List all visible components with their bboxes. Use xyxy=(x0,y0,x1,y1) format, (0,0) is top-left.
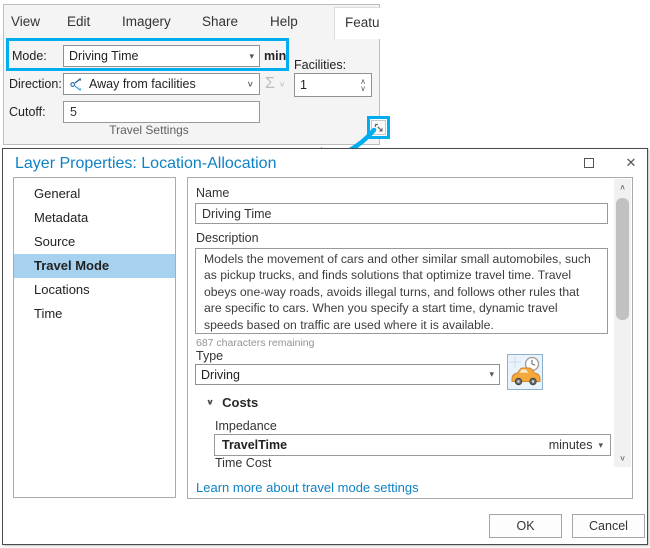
cutoff-input[interactable] xyxy=(63,101,260,123)
sidebar-item-source[interactable]: Source xyxy=(14,230,175,254)
cutoff-label: Cutoff: xyxy=(9,105,46,119)
sidebar-item-time[interactable]: Time xyxy=(14,302,175,326)
impedance-value: TravelTime xyxy=(222,438,287,452)
spinner-down-icon[interactable]: ∨ xyxy=(360,85,366,92)
type-combobox[interactable]: Driving ▾ xyxy=(195,364,500,385)
close-button[interactable]: ✕ xyxy=(617,152,645,174)
facilities-spinner[interactable]: 1 ∧ ∨ xyxy=(294,73,372,97)
chevron-down-icon: ∨ xyxy=(206,398,214,407)
mode-combobox-value: Driving Time xyxy=(69,49,138,63)
ribbon-tab-help[interactable]: Help xyxy=(270,14,298,29)
ribbon-tab-edit[interactable]: Edit xyxy=(67,14,90,29)
dropdown-arrow-icon: ▾ xyxy=(489,369,494,380)
sidebar-item-locations[interactable]: Locations xyxy=(14,278,175,302)
ribbon-tab-view[interactable]: View xyxy=(11,14,40,29)
travel-mode-scroll-viewport: Name Description Models the movement of … xyxy=(189,179,615,467)
ribbon-group-label: Travel Settings xyxy=(4,123,294,137)
away-from-facilities-icon xyxy=(69,77,84,92)
sidebar-item-general[interactable]: General xyxy=(14,182,175,206)
description-textarea[interactable]: Models the movement of cars and other si… xyxy=(195,248,608,334)
costs-section-header[interactable]: ∨ Costs xyxy=(206,395,258,410)
maximize-button[interactable] xyxy=(575,152,603,174)
dialog-sidebar: General Metadata Source Travel Mode Loca… xyxy=(13,177,176,498)
dialog-title: Layer Properties: Location-Allocation xyxy=(15,155,276,173)
type-label: Type xyxy=(196,349,223,363)
chars-remaining-text: 687 characters remaining xyxy=(196,337,314,349)
dropdown-arrow-icon: ▾ xyxy=(249,51,254,62)
sidebar-item-travel-mode[interactable]: Travel Mode xyxy=(14,254,175,278)
description-label: Description xyxy=(196,231,259,245)
impedance-label: Impedance xyxy=(215,419,277,433)
ribbon-tab-imagery[interactable]: Imagery xyxy=(122,14,171,29)
scrollbar-thumb[interactable] xyxy=(616,198,629,320)
mode-unit-label: min xyxy=(264,49,286,63)
mode-combobox[interactable]: Driving Time ▾ xyxy=(63,45,260,67)
vertical-scrollbar[interactable]: ∧ ∨ xyxy=(614,179,631,467)
direction-combobox-value: Away from facilities xyxy=(89,77,196,91)
type-combobox-value: Driving xyxy=(201,368,240,382)
sidebar-item-metadata[interactable]: Metadata xyxy=(14,206,175,230)
ok-button[interactable]: OK xyxy=(489,514,562,538)
travel-mode-panel: Name Description Models the movement of … xyxy=(187,177,633,499)
cancel-button[interactable]: Cancel xyxy=(572,514,645,538)
maximize-icon xyxy=(584,158,594,168)
ribbon-tab-features-active[interactable]: Featu xyxy=(334,7,381,39)
scroll-up-icon[interactable]: ∧ xyxy=(614,180,631,194)
scroll-down-icon[interactable]: ∨ xyxy=(614,451,631,465)
direction-combobox[interactable]: Away from facilities ∨ xyxy=(63,73,260,95)
facilities-label: Facilities: xyxy=(294,58,346,72)
car-clock-icon xyxy=(508,355,542,389)
costs-section-label: Costs xyxy=(222,395,258,410)
dialog-launcher-button[interactable] xyxy=(371,120,386,135)
learn-more-link[interactable]: Learn more about travel mode settings xyxy=(196,480,419,495)
name-label: Name xyxy=(196,186,229,200)
time-cost-label: Time Cost xyxy=(215,456,272,467)
close-icon: ✕ xyxy=(626,155,637,171)
sigma-icon: Σ xyxy=(265,75,275,93)
chevron-down-icon: ∨ xyxy=(279,80,286,89)
ribbon: View Edit Imagery Share Help Featu Mode:… xyxy=(3,4,380,145)
mode-label: Mode: xyxy=(12,49,47,63)
chevron-down-icon: ∨ xyxy=(247,80,254,89)
dropdown-arrow-icon: ▾ xyxy=(598,440,603,451)
facilities-value: 1 xyxy=(300,78,307,92)
impedance-unit-value: minutes xyxy=(549,438,593,452)
dialog-launcher-icon xyxy=(374,123,384,133)
driving-time-mode-button[interactable] xyxy=(507,354,543,390)
impedance-combobox[interactable]: TravelTime minutes ▾ xyxy=(214,434,611,456)
screenshot-root: View Edit Imagery Share Help Featu Mode:… xyxy=(0,0,650,548)
ribbon-tab-share[interactable]: Share xyxy=(202,14,238,29)
name-input[interactable] xyxy=(195,203,608,224)
dialog-launcher-highlight-box xyxy=(367,116,390,139)
direction-label: Direction: xyxy=(9,77,62,91)
layer-properties-dialog: Layer Properties: Location-Allocation ✕ … xyxy=(2,148,648,545)
